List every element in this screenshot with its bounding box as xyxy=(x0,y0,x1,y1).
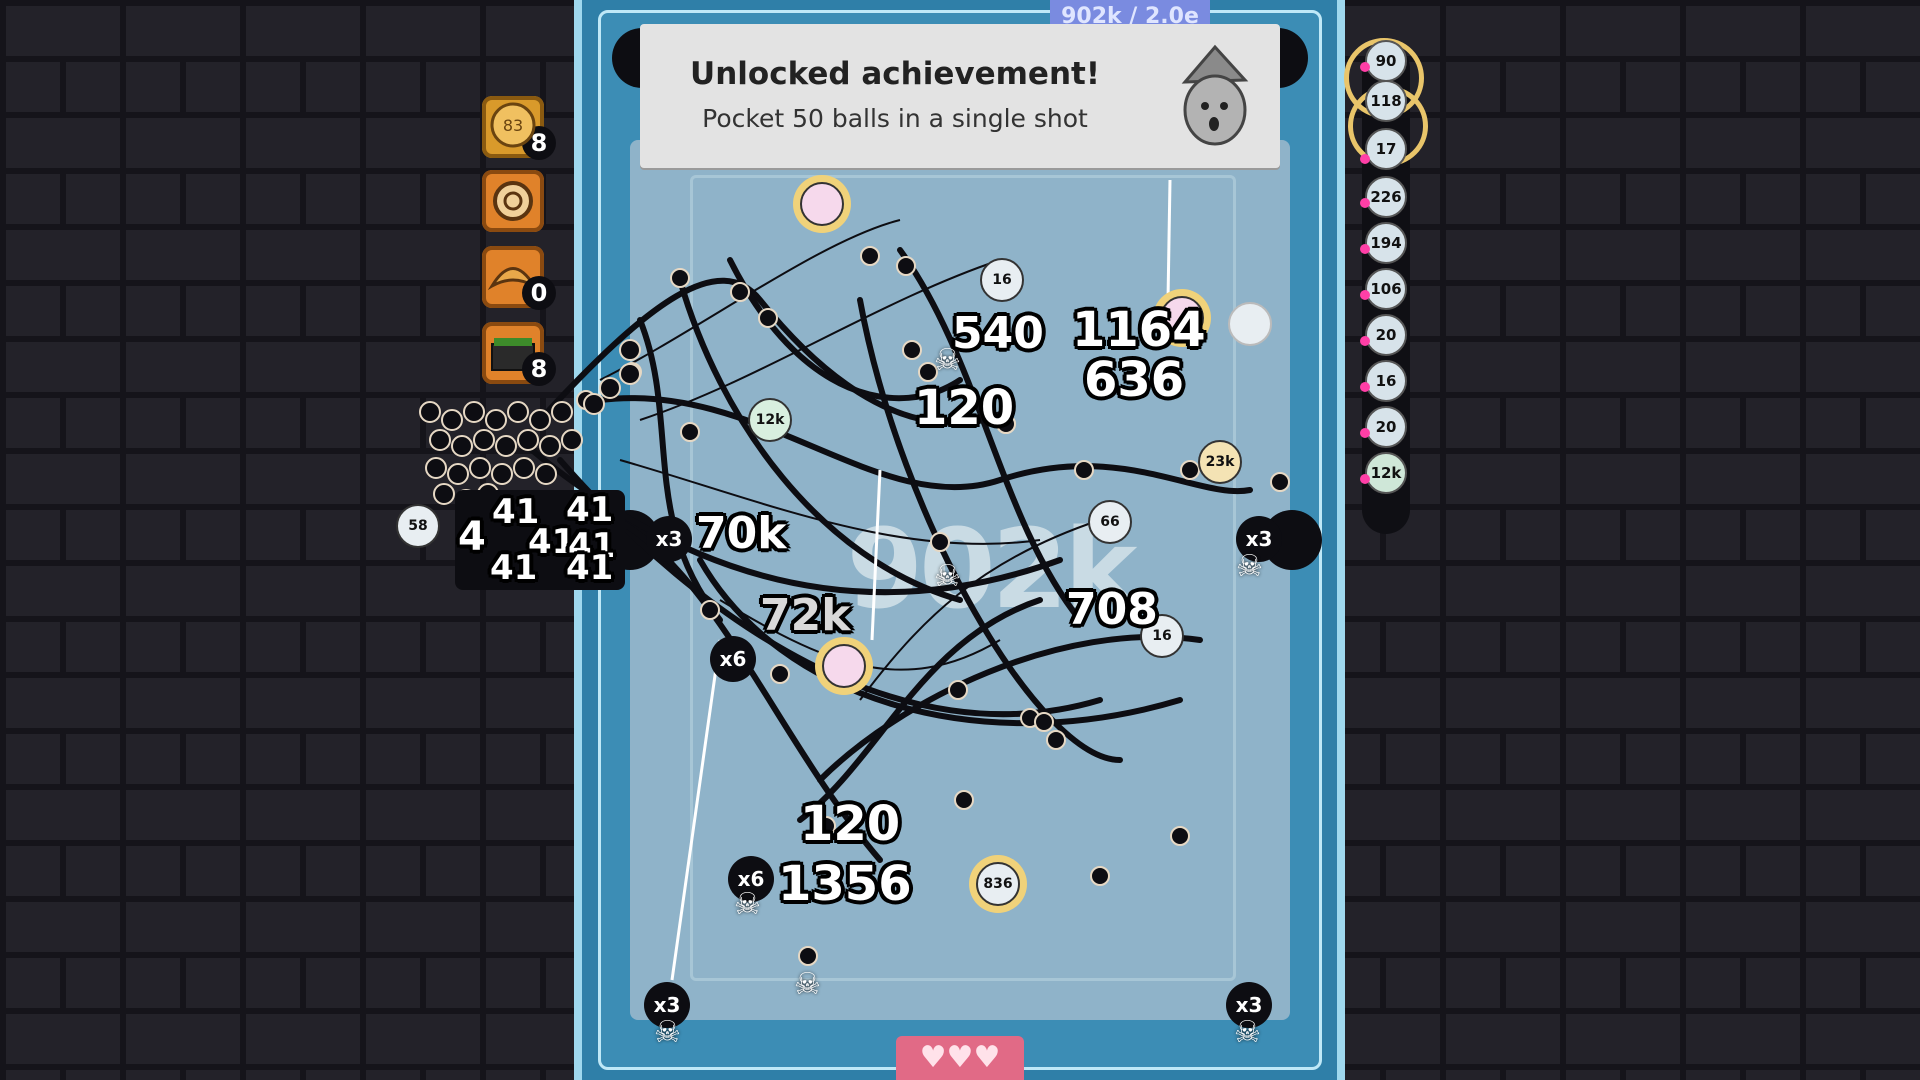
pink-gem-icon xyxy=(1360,244,1370,254)
queue-ball: 17 xyxy=(1365,128,1407,170)
pink-gem-icon xyxy=(1360,336,1370,346)
pink-gem-icon xyxy=(1360,290,1370,300)
queue-ball: 106 xyxy=(1365,268,1407,310)
pink-gem-icon xyxy=(1360,154,1370,164)
witch-ghost-icon xyxy=(1181,44,1249,146)
ball: 66 xyxy=(1088,500,1132,544)
skull-icon: ☠ xyxy=(654,1015,681,1050)
skull-icon: ☠ xyxy=(1234,1015,1261,1050)
achievement-title: Unlocked achievement! xyxy=(690,56,1100,92)
queue-ball: 194 xyxy=(1365,222,1407,264)
queue-ball: 16 xyxy=(1365,360,1407,402)
skull-icon: ☠ xyxy=(734,887,761,922)
queue-ball: 90 xyxy=(1365,40,1407,82)
croissant-count: 0 xyxy=(522,276,556,310)
score-popup: 120 xyxy=(914,380,1015,436)
achievement-toast: Unlocked achievement! Pocket 50 balls in… xyxy=(640,24,1280,168)
pink-gem-icon xyxy=(1360,382,1370,392)
croissant-item[interactable]: 0 xyxy=(482,246,556,310)
ball: 836 xyxy=(976,862,1020,906)
skull-icon: ☠ xyxy=(794,967,821,1002)
score-popup: 1356 xyxy=(778,856,912,912)
swiss-roll-item[interactable] xyxy=(482,170,544,232)
score-popup: 72k xyxy=(760,590,851,641)
matcha-cake-count: 8 xyxy=(522,352,556,386)
ball: 12k xyxy=(748,398,792,442)
queue-ball: 20 xyxy=(1365,406,1407,448)
queue-ball: 226 xyxy=(1365,176,1407,218)
pink-gem-icon xyxy=(1360,62,1370,72)
queue-ball: 12k xyxy=(1365,452,1407,494)
skull-icon: ☠ xyxy=(1236,549,1263,584)
ball: 16 xyxy=(980,258,1024,302)
queue-ball: 118 xyxy=(1365,80,1407,122)
lives-hearts: ♥♥♥ xyxy=(896,1036,1024,1080)
pink-gem-icon xyxy=(1360,428,1370,438)
score-popup: 120 xyxy=(800,796,901,852)
achievement-description: Pocket 50 balls in a single shot xyxy=(702,104,1088,133)
mooncake-icon: 83 xyxy=(490,102,536,148)
ball: 23k xyxy=(1198,440,1242,484)
score-popup: 636 xyxy=(1084,352,1185,408)
skull-icon: ☠ xyxy=(934,559,961,594)
queue-ball: 20 xyxy=(1365,314,1407,356)
score-popup: 540 xyxy=(952,308,1044,359)
multiplier-badge: x6 xyxy=(710,636,756,682)
multiplier-badge: x3 xyxy=(646,516,692,562)
ball xyxy=(822,644,866,688)
score-popup: 70k xyxy=(696,508,787,559)
score-popup: 41 xyxy=(490,548,538,588)
pink-gem-icon xyxy=(1360,474,1370,484)
cue-ball[interactable] xyxy=(1228,302,1272,346)
ball: 58 xyxy=(396,504,440,548)
score-popup: 1164 xyxy=(1072,302,1206,358)
score-popup: 4 xyxy=(458,514,486,560)
score-popup: 41 xyxy=(566,548,614,588)
ball xyxy=(800,182,844,226)
matcha-cake-item[interactable]: 8 xyxy=(482,322,556,386)
swiss-roll-icon xyxy=(493,181,533,221)
pink-gem-icon xyxy=(1360,198,1370,208)
svg-text:83: 83 xyxy=(503,116,523,135)
score-popup: 708 xyxy=(1066,584,1158,635)
